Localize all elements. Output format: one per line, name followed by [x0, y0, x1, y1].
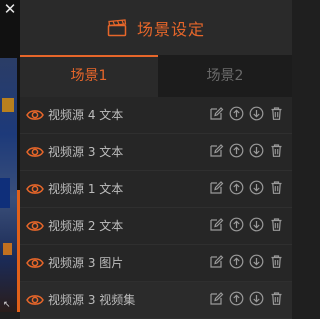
delete-icon[interactable]	[269, 143, 284, 158]
eye-icon[interactable]	[26, 181, 44, 197]
move-down-icon[interactable]	[249, 291, 264, 306]
eye-icon[interactable]	[26, 107, 44, 123]
delete-icon[interactable]	[269, 291, 284, 306]
move-up-icon[interactable]	[229, 180, 244, 195]
source-label: 视频源 3 图片	[48, 256, 124, 270]
delete-icon[interactable]	[269, 180, 284, 195]
source-label: 视频源 3 视频集	[48, 293, 136, 307]
move-down-icon[interactable]	[249, 217, 264, 232]
move-up-icon[interactable]	[229, 254, 244, 269]
source-row[interactable]: 视频源 3 图片	[20, 245, 292, 282]
tab-scene-2[interactable]: 场景2	[158, 55, 292, 97]
close-icon[interactable]: ✕	[0, 0, 20, 20]
row-actions	[209, 217, 284, 232]
source-row[interactable]: 视频源 1 文本	[20, 171, 292, 208]
source-label: 视频源 3 文本	[48, 145, 124, 159]
edit-icon[interactable]	[209, 143, 224, 158]
source-list: 视频源 4 文本 视频源 3 文本 视频源 1 文本 视频源 2 文本 视频源 …	[20, 97, 292, 319]
source-label: 视频源 2 文本	[48, 219, 124, 233]
scene-tabs: 场景1 场景2	[20, 55, 292, 97]
source-row[interactable]: 视频源 4 文本	[20, 97, 292, 134]
eye-icon[interactable]	[26, 292, 44, 308]
clapperboard-icon	[107, 18, 127, 36]
row-actions	[209, 254, 284, 269]
edit-icon[interactable]	[209, 180, 224, 195]
row-actions	[209, 106, 284, 121]
row-actions	[209, 180, 284, 195]
scene-settings-panel: 场景设定 场景1 场景2 视频源 4 文本 视频源 3 文本 视频源 1 文本 …	[20, 0, 292, 319]
source-label: 视频源 1 文本	[48, 182, 124, 196]
source-row[interactable]: 视频源 3 文本	[20, 134, 292, 171]
delete-icon[interactable]	[269, 106, 284, 121]
row-actions	[209, 291, 284, 306]
row-actions	[209, 143, 284, 158]
eye-icon[interactable]	[26, 218, 44, 234]
source-label: 视频源 4 文本	[48, 108, 124, 122]
preview-thumbnail: ↖	[0, 58, 17, 312]
edit-icon[interactable]	[209, 106, 224, 121]
eye-icon[interactable]	[26, 144, 44, 160]
tab-scene-1[interactable]: 场景1	[20, 55, 158, 97]
edit-icon[interactable]	[209, 291, 224, 306]
background-window-strip: ✕ ↖	[0, 0, 20, 312]
panel-header: 场景设定	[20, 0, 292, 55]
move-up-icon[interactable]	[229, 143, 244, 158]
move-down-icon[interactable]	[249, 254, 264, 269]
move-down-icon[interactable]	[249, 180, 264, 195]
move-up-icon[interactable]	[229, 106, 244, 121]
delete-icon[interactable]	[269, 217, 284, 232]
move-down-icon[interactable]	[249, 143, 264, 158]
edit-icon[interactable]	[209, 217, 224, 232]
panel-title: 场景设定	[136, 19, 205, 39]
move-up-icon[interactable]	[229, 291, 244, 306]
move-down-icon[interactable]	[249, 106, 264, 121]
source-row[interactable]: 视频源 2 文本	[20, 208, 292, 245]
eye-icon[interactable]	[26, 255, 44, 271]
source-row[interactable]: 视频源 3 视频集	[20, 282, 292, 319]
edit-icon[interactable]	[209, 254, 224, 269]
move-up-icon[interactable]	[229, 217, 244, 232]
delete-icon[interactable]	[269, 254, 284, 269]
